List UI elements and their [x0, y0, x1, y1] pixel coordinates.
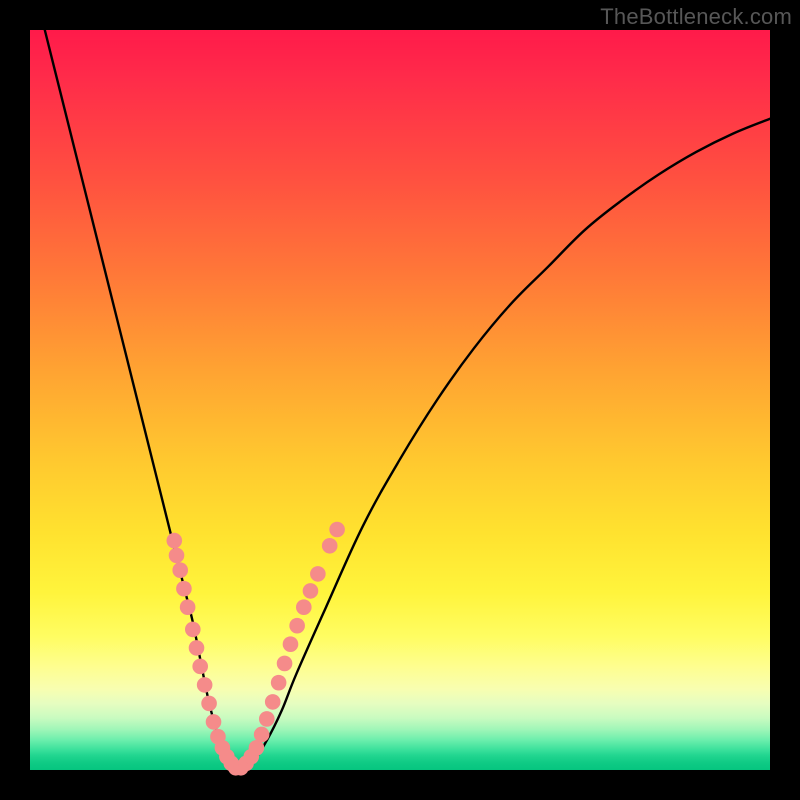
curve-marker — [296, 599, 312, 615]
plot-area — [30, 30, 770, 770]
curve-marker — [197, 677, 213, 693]
curve-marker — [206, 714, 222, 730]
curve-marker — [259, 711, 275, 727]
curve-marker — [169, 548, 185, 564]
curve-marker — [277, 656, 293, 672]
curve-marker — [289, 618, 305, 634]
curve-marker — [322, 538, 338, 554]
bottleneck-curve — [45, 30, 770, 770]
curve-marker — [201, 696, 217, 712]
curve-marker — [265, 694, 281, 710]
curve-marker — [303, 583, 319, 599]
curve-marker — [176, 581, 192, 597]
curve-layer — [30, 30, 770, 770]
curve-marker — [180, 599, 196, 615]
watermark-text: TheBottleneck.com — [600, 4, 792, 30]
curve-marker — [310, 566, 326, 582]
curve-markers — [167, 522, 345, 776]
chart-frame: TheBottleneck.com — [0, 0, 800, 800]
curve-marker — [192, 659, 208, 675]
curve-marker — [249, 740, 265, 756]
curve-marker — [189, 640, 205, 656]
curve-marker — [329, 522, 345, 538]
curve-marker — [254, 727, 270, 743]
curve-marker — [283, 636, 299, 652]
curve-marker — [185, 622, 201, 638]
curve-marker — [167, 533, 183, 549]
curve-marker — [172, 562, 188, 578]
curve-marker — [271, 675, 287, 691]
